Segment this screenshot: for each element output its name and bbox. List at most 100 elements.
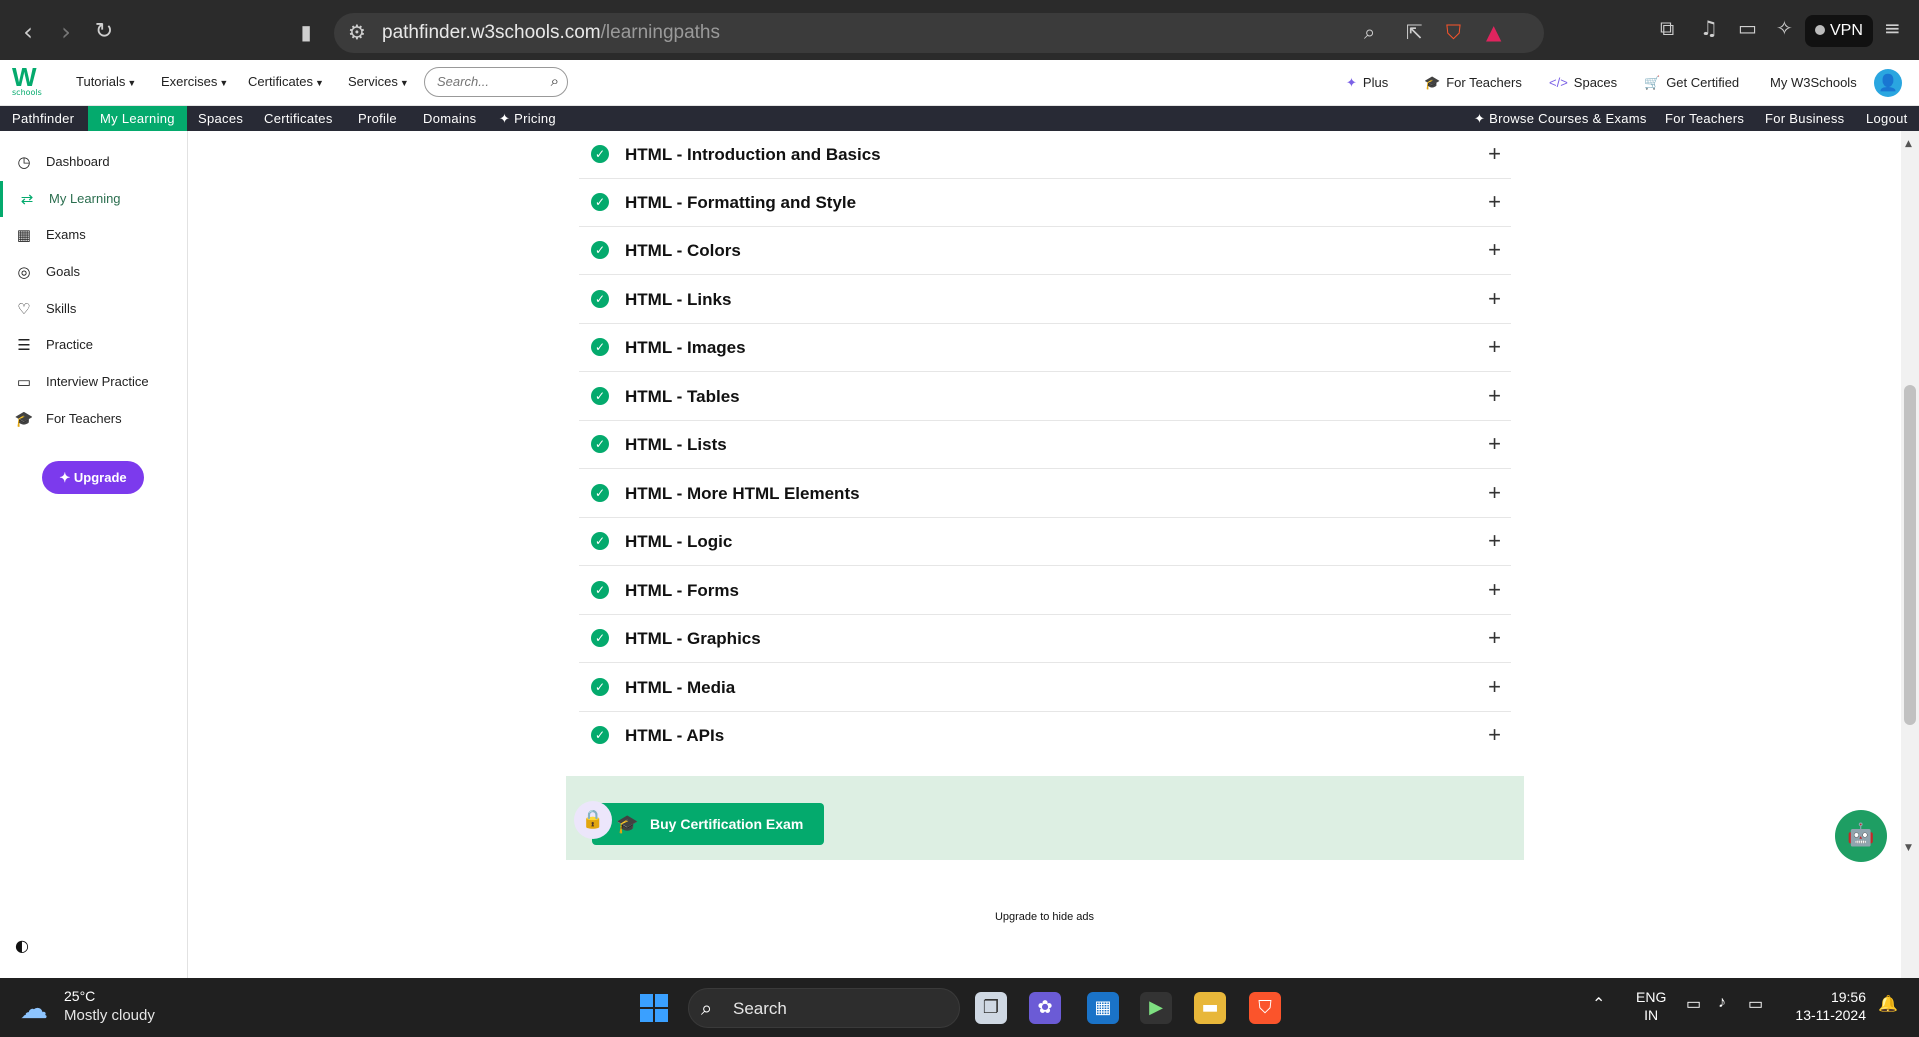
volume-icon[interactable]: ♪ [1718, 994, 1726, 1012]
expand-plus-icon[interactable]: + [1488, 528, 1501, 554]
scroll-up-icon[interactable]: ▲ [1905, 139, 1912, 149]
site-search[interactable]: ⌕ [424, 67, 568, 97]
get-certified-link[interactable]: 🛒 Get Certified [1644, 75, 1739, 91]
expand-plus-icon[interactable]: + [1488, 577, 1501, 603]
store-icon[interactable]: ▦ [1087, 992, 1119, 1024]
sidebar-item-my-learning[interactable]: ⇄ My Learning [0, 181, 188, 217]
expand-plus-icon[interactable]: + [1488, 237, 1501, 263]
scroll-down-icon[interactable]: ▼ [1905, 843, 1912, 853]
brave-rewards-icon[interactable]: ▲ [1486, 20, 1501, 44]
wallet-icon[interactable]: ▭ [1738, 16, 1757, 40]
plus-link[interactable]: ✦ Plus [1346, 75, 1388, 91]
sidebar-item-for-teachers[interactable]: 🎓 For Teachers [0, 401, 188, 437]
module-row[interactable]: ✓ HTML - Images + [579, 324, 1511, 372]
expand-plus-icon[interactable]: + [1488, 722, 1501, 748]
module-row[interactable]: ✓ HTML - Forms + [579, 567, 1511, 615]
expand-plus-icon[interactable]: + [1488, 189, 1501, 215]
theme-toggle-icon[interactable]: ◐ [15, 936, 29, 955]
expand-plus-icon[interactable]: + [1488, 141, 1501, 167]
chatbot-icon[interactable]: 🤖 [1835, 810, 1887, 862]
expand-plus-icon[interactable]: + [1488, 383, 1501, 409]
subnav-domains[interactable]: Domains [423, 106, 476, 131]
taskbar-search[interactable]: ⌕ Search [688, 988, 960, 1028]
subnav-logout[interactable]: Logout [1866, 106, 1908, 131]
subnav-for-business[interactable]: For Business [1765, 106, 1844, 131]
subnav-for-teachers[interactable]: For Teachers [1665, 106, 1744, 131]
bookmark-icon[interactable]: ▮ [288, 14, 324, 50]
module-row[interactable]: ✓ HTML - Tables + [579, 373, 1511, 421]
extensions-icon[interactable]: ⧉ [1660, 16, 1674, 40]
module-row[interactable]: ✓ HTML - APIs + [579, 712, 1511, 760]
buy-certification-exam-button[interactable]: 🎓 Buy Certification Exam [592, 803, 824, 845]
zoom-icon[interactable]: ⌕ [1364, 20, 1375, 44]
sidebar-item-dashboard[interactable]: ◷ Dashboard [0, 144, 188, 180]
expand-plus-icon[interactable]: + [1488, 625, 1501, 651]
reload-icon[interactable]: ↻ [86, 14, 122, 50]
sidebar-item-goals[interactable]: ◎ Goals [0, 254, 188, 290]
menu-icon[interactable]: ≡ [1884, 16, 1901, 40]
spaces-link[interactable]: </> Spaces [1549, 75, 1617, 90]
tray-overflow-icon[interactable]: ⌃ [1592, 994, 1605, 1014]
file-explorer-icon[interactable]: ▬ [1194, 992, 1226, 1024]
expand-plus-icon[interactable]: + [1488, 334, 1501, 360]
address-bar[interactable]: ⚙ pathfinder.w3schools.com/learningpaths… [334, 13, 1544, 53]
windows-start-icon[interactable] [640, 994, 668, 1022]
upgrade-to-hide-ads-link[interactable]: Upgrade to hide ads [188, 911, 1901, 923]
task-view-icon[interactable]: ❐ [975, 992, 1007, 1024]
module-row[interactable]: ✓ HTML - Introduction and Basics + [579, 131, 1511, 179]
subnav-certificates[interactable]: Certificates [264, 106, 333, 131]
menu-tutorials[interactable]: Tutorials ▼ [76, 74, 136, 89]
subnav-profile[interactable]: Profile [358, 106, 397, 131]
for-teachers-link[interactable]: 🎓 For Teachers [1424, 75, 1522, 91]
my-w3schools-link[interactable]: My W3Schools [1770, 75, 1857, 90]
network-icon[interactable]: ▭ [1686, 994, 1701, 1014]
search-icon[interactable]: ⌕ [551, 72, 559, 90]
subnav-pricing[interactable]: ✦ Pricing [499, 106, 556, 131]
back-icon[interactable]: ‹ [10, 14, 46, 50]
site-settings-icon[interactable]: ⚙ [348, 20, 366, 44]
forward-icon[interactable]: › [48, 14, 84, 50]
subnav-pathfinder[interactable]: Pathfinder [12, 106, 74, 131]
subnav-browse-courses[interactable]: ✦ Browse Courses & Exams [1474, 106, 1647, 131]
menu-services[interactable]: Services ▼ [348, 74, 409, 89]
vpn-button[interactable]: VPN [1805, 15, 1873, 47]
sidebar-item-interview-practice[interactable]: ▭ Interview Practice [0, 364, 188, 400]
share-icon[interactable]: ⇱ [1406, 20, 1423, 44]
notification-bell-icon[interactable]: 🔔 [1878, 994, 1898, 1014]
w3schools-logo[interactable]: W schools [12, 64, 50, 102]
battery-icon[interactable]: ▭ [1748, 994, 1763, 1014]
sidebar-item-practice[interactable]: ☰ Practice [0, 327, 188, 363]
page-scrollbar[interactable]: ▲ ▼ [1901, 131, 1919, 978]
user-avatar-icon[interactable]: 👤 [1874, 69, 1902, 97]
module-row[interactable]: ✓ HTML - Colors + [579, 227, 1511, 275]
media-icon[interactable]: ♫ [1700, 16, 1718, 40]
module-row[interactable]: ✓ HTML - Links + [579, 276, 1511, 324]
module-row[interactable]: ✓ HTML - More HTML Elements + [579, 470, 1511, 518]
scrollbar-thumb[interactable] [1904, 385, 1916, 725]
menu-exercises[interactable]: Exercises ▼ [161, 74, 228, 89]
menu-certificates[interactable]: Certificates ▼ [248, 74, 324, 89]
subnav-my-learning[interactable]: My Learning [88, 106, 187, 131]
module-row[interactable]: ✓ HTML - Formatting and Style + [579, 179, 1511, 227]
cloud-icon: ☁ [20, 993, 48, 1024]
copilot-icon[interactable]: ✿ [1029, 992, 1061, 1024]
subnav-spaces[interactable]: Spaces [198, 106, 243, 131]
brave-browser-icon[interactable]: ⛉ [1249, 992, 1281, 1024]
upgrade-button[interactable]: ✦ Upgrade [42, 461, 144, 494]
module-row[interactable]: ✓ HTML - Media + [579, 664, 1511, 712]
expand-plus-icon[interactable]: + [1488, 431, 1501, 457]
module-row[interactable]: ✓ HTML - Graphics + [579, 615, 1511, 663]
media-player-icon[interactable]: ▶ [1140, 992, 1172, 1024]
expand-plus-icon[interactable]: + [1488, 286, 1501, 312]
search-input[interactable] [437, 74, 537, 89]
module-row[interactable]: ✓ HTML - Logic + [579, 518, 1511, 566]
sidebar-item-skills[interactable]: ♡ Skills [0, 291, 188, 327]
leo-ai-icon[interactable]: ✧ [1776, 16, 1793, 40]
system-clock[interactable]: 19:56 13-11-2024 [1786, 988, 1866, 1024]
language-indicator[interactable]: ENG IN [1636, 988, 1666, 1024]
module-row[interactable]: ✓ HTML - Lists + [579, 421, 1511, 469]
expand-plus-icon[interactable]: + [1488, 674, 1501, 700]
brave-shields-icon[interactable]: ⛉ [1446, 20, 1461, 44]
expand-plus-icon[interactable]: + [1488, 480, 1501, 506]
sidebar-item-exams[interactable]: ▦ Exams [0, 217, 188, 253]
